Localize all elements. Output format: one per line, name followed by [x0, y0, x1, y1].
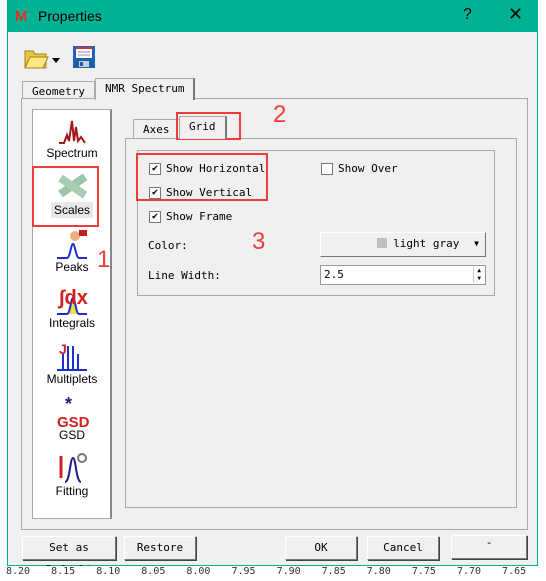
window-title: Properties: [38, 8, 102, 24]
color-swatch: [376, 238, 387, 248]
axis-tick: 7.95: [231, 566, 256, 577]
floppy-save-icon: [73, 46, 95, 68]
svg-text:∫dx: ∫dx: [57, 287, 88, 309]
tab-axes[interactable]: Axes: [133, 119, 180, 139]
axis-tick: 8.10: [96, 566, 121, 577]
annotation-number-2: 2: [273, 101, 287, 128]
sidebar-item-fitting[interactable]: Fitting: [33, 450, 111, 498]
annotation-box-scales: [32, 166, 99, 227]
tab-label: Geometry: [32, 85, 85, 98]
line-width-label: Line Width:: [148, 269, 221, 282]
tab-label: NMR Spectrum: [105, 82, 185, 95]
tab-nmr-spectrum[interactable]: NMR Spectrum: [95, 78, 196, 100]
svg-text:*: *: [65, 396, 72, 414]
show-frame-checkbox[interactable]: ✔ Show Frame: [149, 210, 232, 223]
annotation-number-1: 1: [97, 246, 111, 273]
fitting-icon: [33, 450, 111, 484]
axis-tick: 7.75: [411, 566, 436, 577]
cancel-button[interactable]: Cancel: [367, 536, 439, 560]
axis-tick: 7.85: [321, 566, 346, 577]
tab-label: Grid: [189, 120, 216, 133]
axis-tick: 8.00: [186, 566, 211, 577]
color-value: light gray: [393, 237, 460, 250]
color-dropdown[interactable]: light gray ▼: [320, 232, 486, 257]
spectrum-icon: [33, 112, 111, 146]
tab-label: Axes: [143, 123, 170, 136]
open-button[interactable]: [23, 45, 63, 71]
sidebar-item-spectrum[interactable]: Spectrum: [33, 112, 111, 160]
annotation-number-3: 3: [252, 228, 266, 255]
axis-tick: 8.20: [6, 566, 31, 577]
spin-arrows-icon[interactable]: ▲ ▼: [473, 267, 484, 283]
show-over-checkbox[interactable]: Show Over: [321, 162, 398, 175]
axis-tick: 7.90: [276, 566, 301, 577]
background-spectrum-axis: 8.20 8.15 8.10 8.05 8.00 7.95 7.90 7.85 …: [0, 566, 546, 578]
tab-grid[interactable]: Grid: [179, 116, 227, 139]
axis-tick: 7.65: [502, 566, 527, 577]
sidebar-item-gsd[interactable]: * GSD GSD: [33, 394, 111, 442]
title-bar[interactable]: M Properties ? ✕: [8, 1, 537, 32]
extra-button[interactable]: -: [451, 535, 527, 559]
set-as-default-button[interactable]: Set as Default: [22, 536, 116, 576]
chevron-down-icon: ▼: [474, 239, 479, 248]
save-button[interactable]: [72, 45, 96, 69]
svg-text:GSD: GSD: [57, 414, 89, 428]
multiplet-icon: J: [33, 338, 111, 372]
gsd-icon: * GSD: [33, 394, 111, 428]
sidebar-label: Spectrum: [46, 146, 98, 160]
axis-tick: 7.80: [366, 566, 391, 577]
axis-tick: 7.70: [456, 566, 482, 577]
axis-tick: 8.15: [51, 566, 76, 577]
checkbox-label: Show Frame: [166, 210, 233, 223]
mnova-app-icon: M: [15, 8, 28, 25]
properties-dialog: M Properties ? ✕ Geometry NMR Spectrum S…: [7, 0, 538, 576]
sidebar-label: Fitting: [55, 484, 89, 498]
folder-open-icon: [24, 50, 60, 69]
integral-icon: ∫dx: [33, 282, 111, 316]
ok-button[interactable]: OK: [285, 536, 357, 560]
axis-tick: 8.05: [141, 566, 166, 577]
sidebar-item-multiplets[interactable]: J Multiplets: [33, 338, 111, 386]
checkbox-label: Show Over: [338, 162, 398, 175]
help-button[interactable]: ?: [463, 6, 472, 24]
sidebar-label: Multiplets: [46, 372, 98, 386]
line-width-spinbox[interactable]: 2.5 ▲ ▼: [320, 265, 486, 285]
sidebar-label: Integrals: [48, 316, 96, 330]
sidebar-label: GSD: [58, 428, 85, 442]
check-icon: ✔: [149, 210, 161, 223]
sidebar-item-integrals[interactable]: ∫dx Integrals: [33, 282, 111, 330]
annotation-box-checkboxes: [136, 153, 268, 201]
restore-button[interactable]: Restore: [124, 536, 196, 560]
color-label: Color:: [148, 239, 188, 252]
nmr-spectrum-panel: Spectrum Scales Peaks ∫dx Integrals J Mu…: [21, 98, 528, 530]
close-button[interactable]: ✕: [508, 4, 523, 25]
line-width-value: 2.5: [324, 268, 344, 281]
